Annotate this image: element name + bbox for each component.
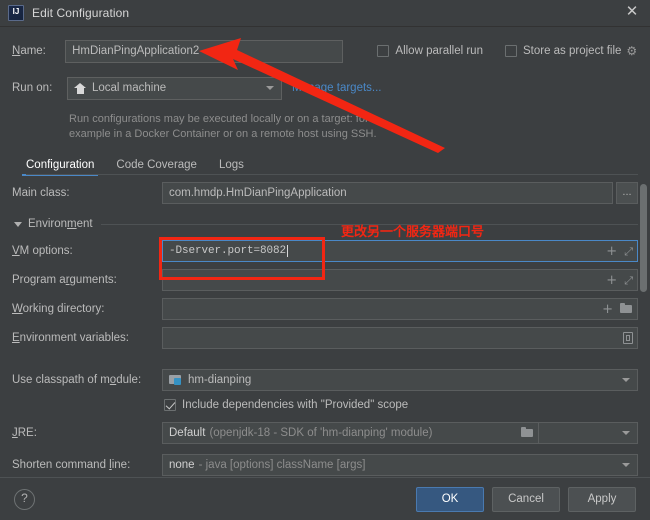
folder-icon[interactable] <box>521 427 534 438</box>
vm-options-label: VM options: <box>12 245 73 257</box>
run-on-hint: Run configurations may be executed local… <box>69 112 469 142</box>
close-icon[interactable]: ✕ <box>624 4 640 20</box>
text-caret <box>287 245 289 257</box>
add-icon[interactable]: + <box>606 245 617 258</box>
program-arguments-field[interactable]: + ⤢ <box>162 269 638 291</box>
chevron-down-icon <box>621 431 630 435</box>
shorten-command-line-dropdown[interactable]: none - java [options] className [args] <box>162 454 638 476</box>
program-arguments-field-icons: + ⤢ <box>600 274 633 287</box>
chevron-down-icon <box>622 463 630 467</box>
vertical-scrollbar-thumb[interactable] <box>640 184 647 292</box>
main-class-value: com.hmdp.HmDianPingApplication <box>169 187 347 199</box>
allow-parallel-run-label: Allow parallel run <box>395 45 483 57</box>
run-on-dropdown[interactable]: Local machine <box>67 76 282 100</box>
jre-field-icons <box>515 427 534 438</box>
dialog-footer: ? OK Cancel Apply <box>0 477 650 520</box>
jre-value: Default <box>169 427 206 439</box>
store-as-project-file-label: Store as project file <box>522 45 622 57</box>
tab-configuration[interactable]: Configuration <box>21 159 99 176</box>
main-class-field[interactable]: com.hmdp.HmDianPingApplication <box>162 182 613 204</box>
manage-targets-link[interactable]: Manage targets... <box>292 82 382 94</box>
working-directory-field[interactable]: + <box>162 298 638 320</box>
store-as-project-file-checkbox[interactable]: Store as project file <box>504 45 622 57</box>
vm-options-row: VM options: -Dserver.port=8082 + ⤢ <box>12 240 638 262</box>
tab-logs[interactable]: Logs <box>219 159 244 175</box>
apply-button[interactable]: Apply <box>568 486 636 512</box>
working-directory-field-icons: + <box>596 303 633 316</box>
document-icon[interactable] <box>623 332 633 344</box>
ok-button[interactable]: OK <box>416 486 484 512</box>
program-arguments-row: Program arguments: + ⤢ <box>12 269 638 291</box>
vm-options-field-icons: + ⤢ <box>600 245 633 258</box>
hint-line-2: example in a Docker Container or on a re… <box>69 128 377 140</box>
hint-line-1: Run configurations may be executed local… <box>69 113 369 125</box>
main-class-row: Main class: com.hmdp.HmDianPingApplicati… <box>12 182 638 204</box>
dialog-header-area: Name: Allow parallel run Store as projec… <box>0 27 650 176</box>
tab-bar: Configuration Code Coverage Logs <box>21 153 638 176</box>
shorten-command-line-row: Shorten command line: none - java [optio… <box>12 454 638 476</box>
home-icon <box>74 82 86 94</box>
program-arguments-label: Program arguments: <box>12 274 117 286</box>
folder-icon[interactable] <box>620 303 633 314</box>
jre-row: JRE: Default (openjdk-18 - SDK of 'hm-di… <box>12 422 638 444</box>
environment-variables-label: Environment variables: <box>12 332 129 344</box>
window-title-bar: Edit Configuration ✕ <box>0 0 650 27</box>
add-icon[interactable]: + <box>602 303 613 316</box>
working-directory-label: Working directory: <box>12 303 105 315</box>
run-on-value: Local machine <box>92 82 167 94</box>
allow-parallel-run-checkbox[interactable]: Allow parallel run <box>377 45 483 57</box>
main-class-browse-button[interactable]: ... <box>616 182 638 204</box>
help-button[interactable]: ? <box>14 488 35 510</box>
name-label: Name: <box>12 45 46 57</box>
tab-underline <box>26 174 638 175</box>
include-dependencies-checkbox[interactable]: Include dependencies with "Provided" sco… <box>164 399 638 411</box>
environment-variables-row: Environment variables: <box>12 327 638 349</box>
main-class-label: Main class: <box>12 187 70 199</box>
cancel-button[interactable]: Cancel <box>492 486 560 512</box>
use-classpath-of-module-label: Use classpath of module: <box>12 374 142 386</box>
expand-icon[interactable]: ⤢ <box>624 275 633 286</box>
divider <box>538 423 540 443</box>
add-icon[interactable]: + <box>606 274 617 287</box>
chevron-down-icon <box>266 86 274 90</box>
run-on-label: Run on: <box>12 82 53 94</box>
gear-icon[interactable]: ⚙ <box>626 45 638 57</box>
configuration-form: Main class: com.hmdp.HmDianPingApplicati… <box>0 182 650 500</box>
window-title: Edit Configuration <box>32 6 130 20</box>
expand-icon[interactable]: ⤢ <box>624 246 633 257</box>
vm-options-field[interactable]: -Dserver.port=8082 + ⤢ <box>162 240 638 262</box>
checkbox-box <box>504 45 517 57</box>
run-on-row: Run on: Local machine Manage targets... <box>12 73 638 103</box>
section-divider <box>100 223 638 225</box>
environment-variables-field-icons <box>617 332 633 344</box>
intellij-idea-icon <box>8 5 24 21</box>
use-classpath-of-module-value: hm-dianping <box>188 374 252 386</box>
name-row: Name: Allow parallel run Store as projec… <box>12 27 638 68</box>
jre-value-detail: (openjdk-18 - SDK of 'hm-dianping' modul… <box>209 427 433 439</box>
checkbox-box <box>164 399 176 411</box>
jre-label: JRE: <box>12 427 37 439</box>
module-icon <box>169 374 182 386</box>
shorten-command-line-value-detail: - java [options] className [args] <box>198 459 366 471</box>
jre-dropdown[interactable]: Default (openjdk-18 - SDK of 'hm-dianpin… <box>162 422 638 444</box>
tab-code-coverage[interactable]: Code Coverage <box>116 159 197 175</box>
environment-variables-field[interactable] <box>162 327 638 349</box>
name-input[interactable] <box>65 39 344 63</box>
use-classpath-of-module-row: Use classpath of module: hm-dianping <box>12 369 638 391</box>
triangle-down-icon <box>14 221 22 227</box>
environment-section-header[interactable]: Environment <box>12 215 638 233</box>
environment-section-label: Environment <box>28 218 93 230</box>
working-directory-row: Working directory: + <box>12 298 638 320</box>
use-classpath-of-module-dropdown[interactable]: hm-dianping <box>162 369 638 391</box>
shorten-command-line-label: Shorten command line: <box>12 459 131 471</box>
shorten-command-line-value: none <box>169 459 195 471</box>
footer-buttons: OK Cancel Apply <box>416 486 636 512</box>
include-dependencies-label: Include dependencies with "Provided" sco… <box>182 399 409 411</box>
checkbox-box <box>377 45 390 57</box>
vm-options-value: -Dserver.port=8082 <box>169 245 287 257</box>
chevron-down-icon <box>622 378 630 382</box>
